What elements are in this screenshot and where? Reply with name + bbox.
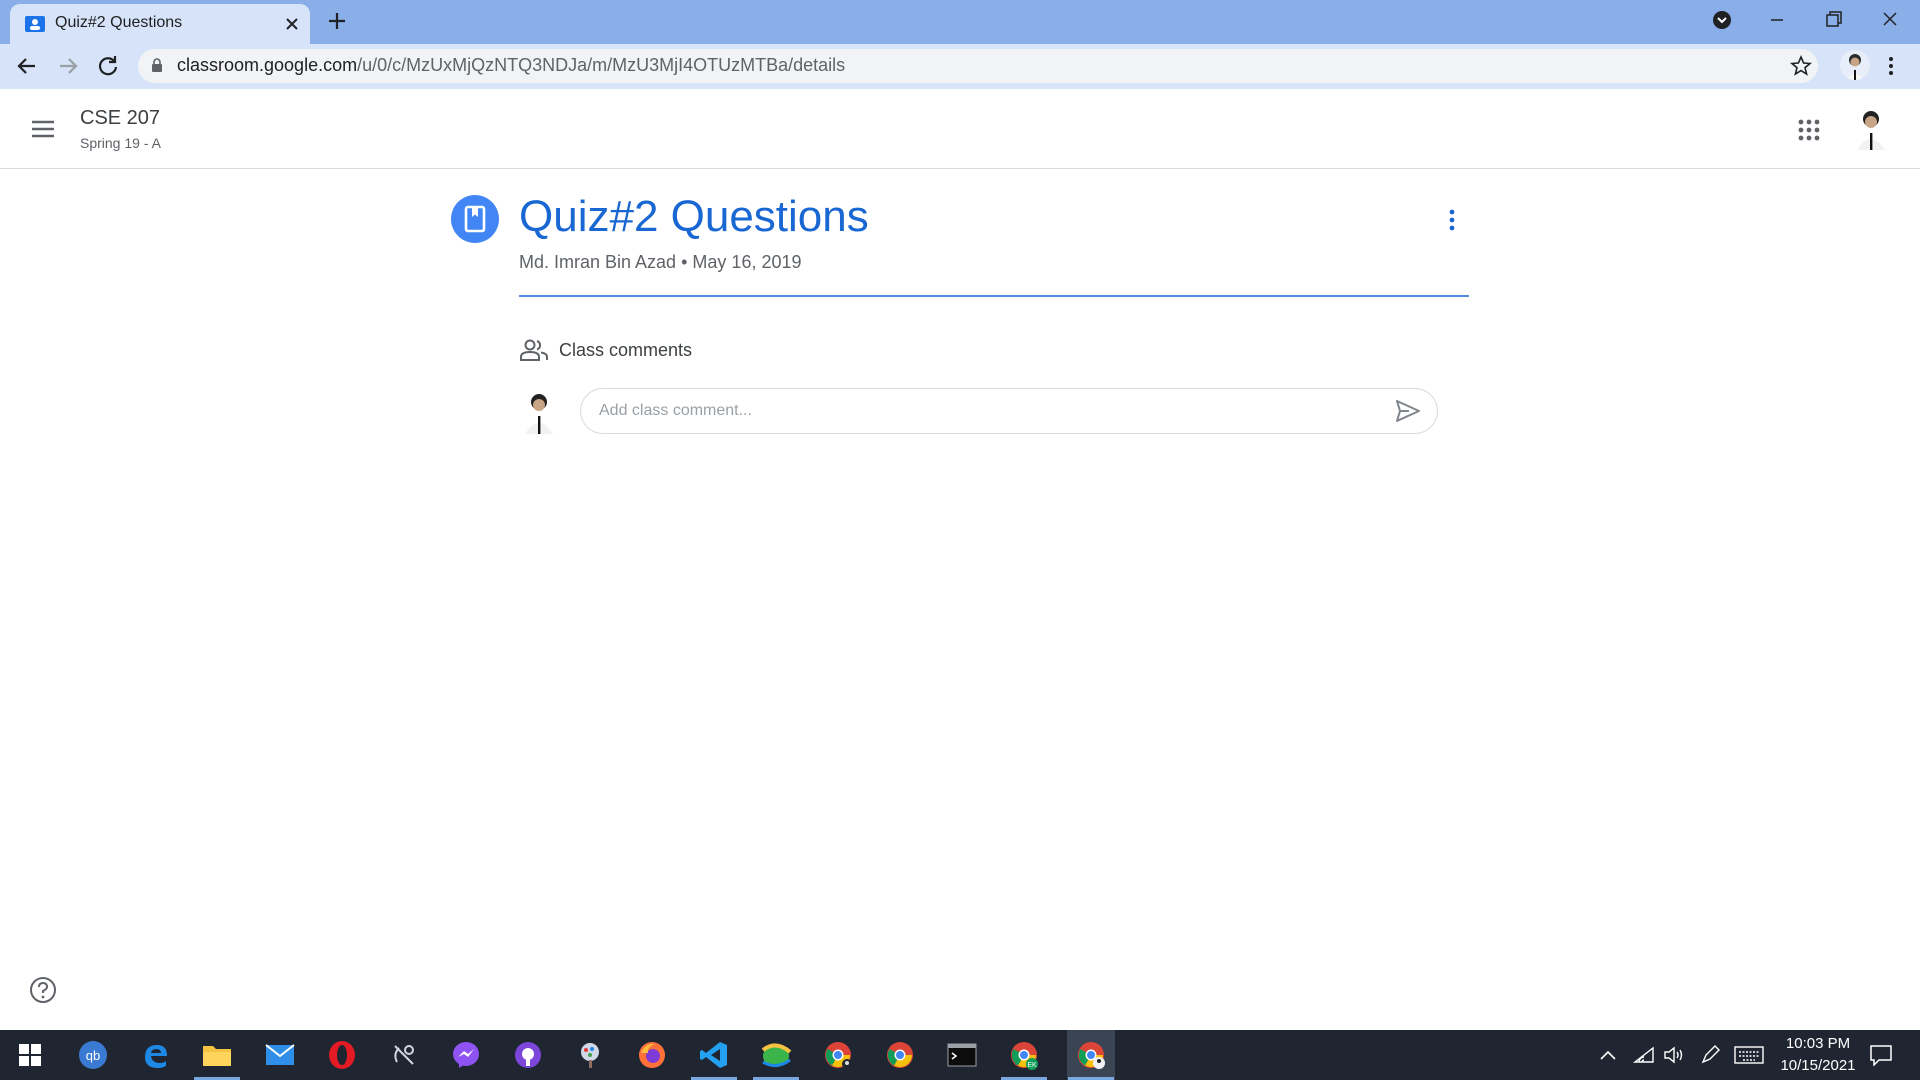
- assignment-icon: [451, 195, 499, 243]
- classroom-favicon-icon: [25, 16, 45, 32]
- reload-icon[interactable]: [94, 52, 122, 80]
- taskbar-time[interactable]: 10:03 PM: [1770, 1035, 1866, 1052]
- pen-icon[interactable]: [1696, 1037, 1724, 1073]
- class-comment-input[interactable]: [599, 399, 1379, 423]
- star-icon[interactable]: [1790, 55, 1812, 77]
- wifi-icon[interactable]: [1630, 1037, 1658, 1073]
- page-title: Quiz#2 Questions: [519, 192, 869, 241]
- messenger-icon[interactable]: [448, 1037, 484, 1073]
- url-path: /u/0/c/MzUxMjQzNTQ3NDJa/m/MzU3MjI4OTUzMT…: [357, 55, 846, 75]
- chrome-menu-icon[interactable]: [1886, 55, 1896, 77]
- edge-icon[interactable]: [138, 1037, 174, 1073]
- forward-icon[interactable]: [54, 52, 82, 80]
- chrome-icon[interactable]: [882, 1037, 918, 1073]
- close-window-icon[interactable]: [1876, 8, 1904, 32]
- more-vert-icon[interactable]: [1440, 208, 1464, 232]
- back-icon[interactable]: [13, 52, 41, 80]
- mail-icon[interactable]: [262, 1037, 298, 1073]
- chevron-up-icon[interactable]: [1596, 1037, 1620, 1073]
- account-avatar[interactable]: [1851, 106, 1891, 150]
- windows-start-icon[interactable]: [12, 1037, 48, 1073]
- chrome-profile-ek-icon[interactable]: EK: [1006, 1037, 1042, 1073]
- lock-icon[interactable]: [151, 58, 163, 72]
- github-desktop-icon[interactable]: [510, 1037, 546, 1073]
- user-avatar: [519, 390, 559, 434]
- assignment-meta: Md. Imran Bin Azad • May 16, 2019: [519, 252, 802, 273]
- paint-app-icon[interactable]: [572, 1037, 608, 1073]
- apps-grid-icon[interactable]: [1797, 118, 1821, 142]
- volume-icon[interactable]: [1660, 1037, 1688, 1073]
- post-date: May 16, 2019: [692, 252, 802, 272]
- profile-avatar-icon[interactable]: [1840, 50, 1870, 80]
- svg-text:qb: qb: [86, 1048, 100, 1063]
- chrome-profile-1-icon[interactable]: [820, 1037, 856, 1073]
- new-tab-plus-icon[interactable]: [326, 10, 348, 32]
- browser-tab[interactable]: Quiz#2 Questions: [10, 4, 310, 44]
- svg-text:EK: EK: [1027, 1062, 1037, 1069]
- terminal-icon[interactable]: [944, 1037, 980, 1073]
- globe-app-icon[interactable]: [758, 1037, 794, 1073]
- restore-icon[interactable]: [1819, 8, 1847, 32]
- file-explorer-icon[interactable]: [199, 1037, 235, 1073]
- comment-box: [580, 388, 1438, 434]
- keyboard-icon[interactable]: [1732, 1037, 1766, 1073]
- taskbar-date[interactable]: 10/15/2021: [1770, 1057, 1866, 1074]
- opera-icon[interactable]: [324, 1037, 360, 1073]
- notifications-icon[interactable]: [1864, 1037, 1898, 1073]
- send-icon[interactable]: [1395, 399, 1421, 423]
- qbittorrent-icon[interactable]: qb: [75, 1037, 111, 1073]
- class-section: Spring 19 - A: [80, 135, 161, 151]
- firefox-icon[interactable]: [634, 1037, 670, 1073]
- chrome-profile-active-icon[interactable]: [1067, 1030, 1115, 1080]
- title-divider: [519, 295, 1469, 297]
- close-icon[interactable]: [282, 14, 302, 34]
- vscode-icon[interactable]: [696, 1037, 732, 1073]
- class-name[interactable]: CSE 207: [80, 107, 160, 130]
- url-text[interactable]: classroom.google.com/u/0/c/MzUxMjQzNTQ3N…: [177, 55, 845, 76]
- tab-search-icon[interactable]: [1708, 8, 1736, 32]
- meta-separator: •: [681, 252, 688, 272]
- menu-icon[interactable]: [30, 119, 56, 139]
- satellite-app-icon[interactable]: [386, 1037, 422, 1073]
- classroom-header: [0, 89, 1920, 169]
- class-comments-heading: Class comments: [559, 340, 693, 360]
- minimize-icon[interactable]: [1763, 8, 1791, 32]
- tab-title: Quiz#2 Questions: [55, 14, 183, 31]
- url-host: classroom.google.com: [177, 55, 358, 75]
- people-icon: [519, 338, 549, 362]
- author-name: Md. Imran Bin Azad: [519, 252, 677, 272]
- help-icon[interactable]: [29, 976, 57, 1004]
